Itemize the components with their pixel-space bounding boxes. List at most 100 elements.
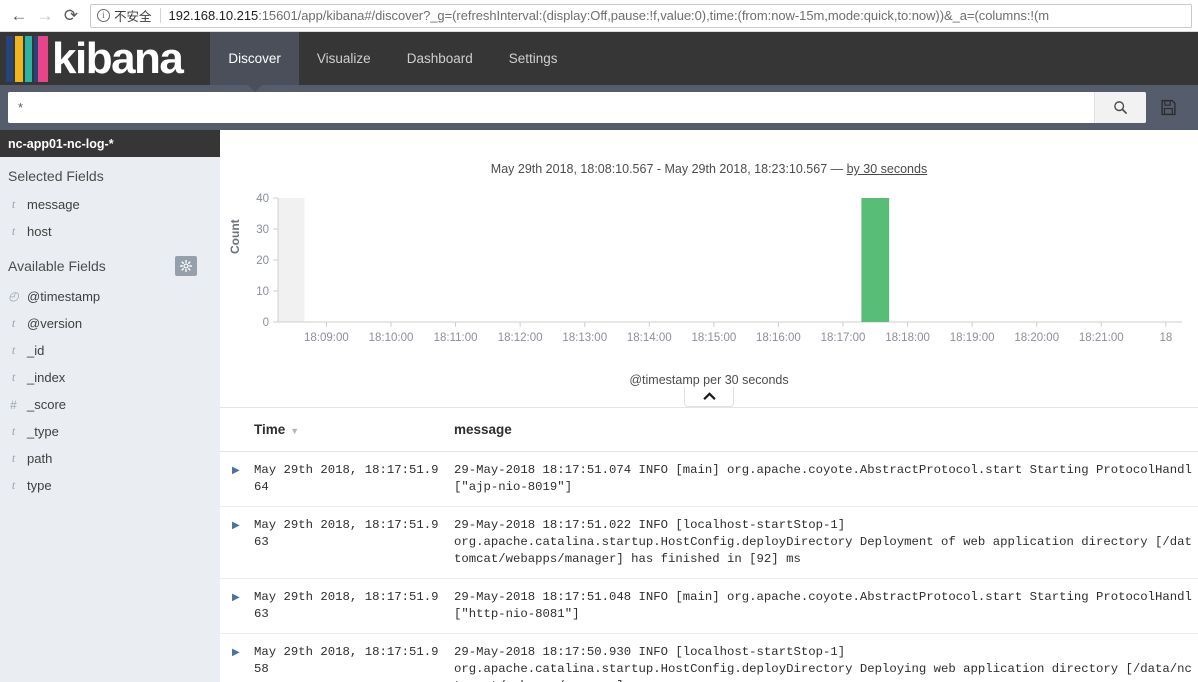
expand-row-icon[interactable]: ▶ [226,593,240,604]
field-sidebar: nc-app01-nc-log-* ❮ Selected Fields tmes… [0,130,234,682]
sort-descending-icon[interactable]: ▼ [290,426,299,436]
field-type-string-icon: t [11,478,16,492]
table-body: ▶ May 29th 2018, 18:17:51.964 29-May-2018 … [220,451,1198,682]
url-path: :15601/app/kibana#/discover?_g=(refreshI… [258,8,1050,23]
x-tick-label: 18:11:00 [434,332,478,344]
field-name-label: _index [27,370,66,385]
expand-row-cell: ▶ [220,506,248,579]
chart-range-text: May 29th 2018, 18:08:10.567 - May 29th 2… [490,162,847,176]
x-tick-label: 18:15:00 [691,332,736,344]
y-tick-label: 0 [263,317,269,329]
field-name-label: _id [27,343,45,358]
available-field-score[interactable]: # _score [0,391,220,418]
selected-field-host[interactable]: t host [0,218,220,245]
available-fields-list: ◴ @timestamp t @version t _id t _index # _score t _… [0,283,220,499]
security-status-label: 不安全 [114,10,152,24]
y-tick-label: 20 [256,255,269,267]
table-row[interactable]: ▶ May 29th 2018, 18:17:51.963 29-May-2018 … [220,506,1198,579]
omnibox-divider [159,8,161,23]
kibana-nav-tabs: Discover Visualize Dashboard Settings [210,32,576,92]
forward-arrow-icon[interactable]: → [32,3,58,29]
expand-row-icon[interactable]: ▶ [226,521,240,532]
chart-bar[interactable] [861,198,890,322]
field-name-label: host [27,224,52,239]
available-fields-heading: Available Fields [0,245,220,283]
row-time-cell: May 29th 2018, 18:17:51.964 [248,451,448,507]
tab-settings[interactable]: Settings [491,32,576,85]
message-column-header[interactable]: message [448,407,1198,452]
field-type-string-icon: t [11,224,16,238]
browser-toolbar: ← → ⟳ i 不安全 192.168.10.215:15601/app/kib… [0,0,1198,32]
documents-table-scroll[interactable]: Time ▼ message ▶ May 29th 2018, 18:17:51.9… [220,407,1198,682]
field-type-string-icon: t [11,316,16,330]
row-time-cell: May 29th 2018, 18:17:51.963 [248,506,448,579]
field-name-label: _type [27,424,59,439]
message-column-label: message [454,422,512,437]
tab-visualize[interactable]: Visualize [299,32,389,85]
row-message-cell: 29-May-2018 18:17:50.930 INFO [localhost… [448,633,1198,682]
time-column-header[interactable]: Time ▼ [248,407,448,452]
available-field-type[interactable]: t type [0,472,220,499]
chart-time-range: May 29th 2018, 18:08:10.567 - May 29th 2… [220,130,1198,176]
logo-bar-1 [6,35,13,82]
discover-body: nc-app01-nc-log-* ❮ Selected Fields tmes… [0,130,1198,682]
x-tick-label: 18:10:00 [369,332,414,344]
x-tick-label: 18:20:00 [1014,332,1059,344]
field-name-label: path [27,451,53,466]
reload-icon[interactable]: ⟳ [58,3,84,29]
available-field-path[interactable]: t path [0,445,220,472]
index-pattern-selector[interactable]: nc-app01-nc-log-* [0,130,220,157]
y-tick-label: 10 [256,286,269,298]
row-message-cell: 29-May-2018 18:17:51.048 INFO [main] org… [448,578,1198,634]
kibana-logo-text: kibana [52,33,184,83]
search-input[interactable] [8,92,1094,123]
expand-row-icon[interactable]: ▶ [226,648,240,659]
field-type-string-icon: t [11,424,16,438]
x-tick-label: 18:14:00 [627,332,672,344]
index-pattern-label: nc-app01-nc-log-* [8,136,114,151]
table-row[interactable]: ▶ May 29th 2018, 18:17:51.958 29-May-2018 … [220,633,1198,682]
available-field-timestamp[interactable]: ◴ @timestamp [0,283,220,310]
tab-discover[interactable]: Discover [210,32,299,92]
security-status-chip[interactable]: i 不安全 [97,6,152,25]
selected-fields-heading: Selected Fields [0,157,220,191]
row-time-cell: May 29th 2018, 18:17:51.958 [248,633,448,682]
selected-fields-list: t message t host [0,191,220,245]
x-tick-label: 18:13:00 [562,332,607,344]
kibana-header: kibana Discover Visualize Dashboard Setting… [0,32,1198,92]
table-row[interactable]: ▶ May 29th 2018, 18:17:51.963 29-May-2018 … [220,578,1198,634]
gear-icon[interactable] [175,256,197,276]
address-bar[interactable]: i 不安全 192.168.10.215:15601/app/kibana#/d… [90,3,1192,28]
expand-row-icon[interactable]: ▶ [226,466,240,477]
x-tick-label: 18:18:00 [885,332,930,344]
field-name-label: _score [27,397,67,412]
tab-dashboard[interactable]: Dashboard [389,32,491,85]
table-header: Time ▼ message [220,407,1198,452]
interval-link[interactable]: by 30 seconds [847,162,928,176]
available-field-type[interactable]: t _type [0,418,220,445]
chevron-up-icon[interactable] [684,387,734,407]
available-field-id[interactable]: t _id [0,337,220,364]
search-icon[interactable] [1094,92,1146,123]
table-row[interactable]: ▶ May 29th 2018, 18:17:51.964 29-May-2018 … [220,451,1198,507]
expand-row-cell: ▶ [220,633,248,682]
query-input-wrapper [8,92,1146,123]
kibana-logo[interactable]: kibana [0,32,184,85]
x-tick-label: 18:17:00 [821,332,866,344]
back-arrow-icon[interactable]: ← [6,3,32,29]
expand-column-header [220,407,248,452]
x-tick-label: 18:16:00 [756,332,801,344]
available-field-version[interactable]: t @version [0,310,220,337]
available-field-index[interactable]: t _index [0,364,220,391]
y-tick-label: 30 [256,224,269,236]
selected-field-message[interactable]: t message [0,191,220,218]
x-tick-label: 18 [1159,332,1172,344]
histogram-svg[interactable]: 0 10 20 30 40 18:09:00 18:10:00 18:11:00 18:12:0… [220,184,1188,362]
logo-bar-5 [38,35,48,82]
save-icon[interactable] [1146,92,1190,123]
chart-y-axis-label: Count [228,219,242,254]
field-name-label: @timestamp [27,289,101,304]
field-name-label: @version [27,316,83,331]
field-type-number-icon: # [10,397,17,412]
field-name-label: message [27,197,80,212]
